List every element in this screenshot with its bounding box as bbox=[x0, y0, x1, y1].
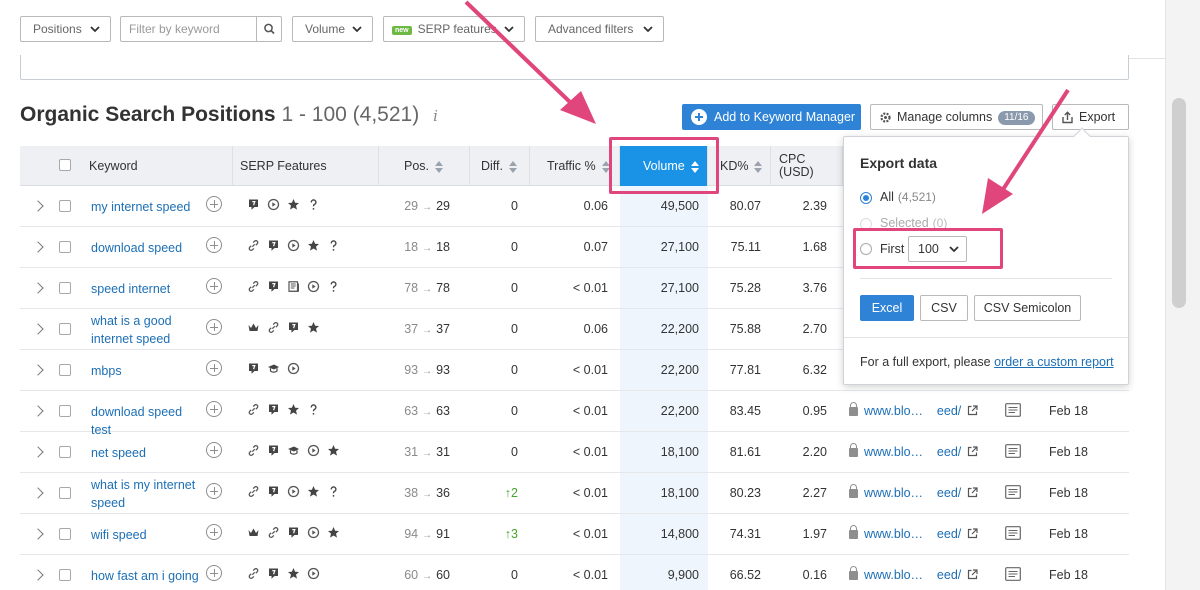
annotation-arrows bbox=[464, 0, 1070, 214]
